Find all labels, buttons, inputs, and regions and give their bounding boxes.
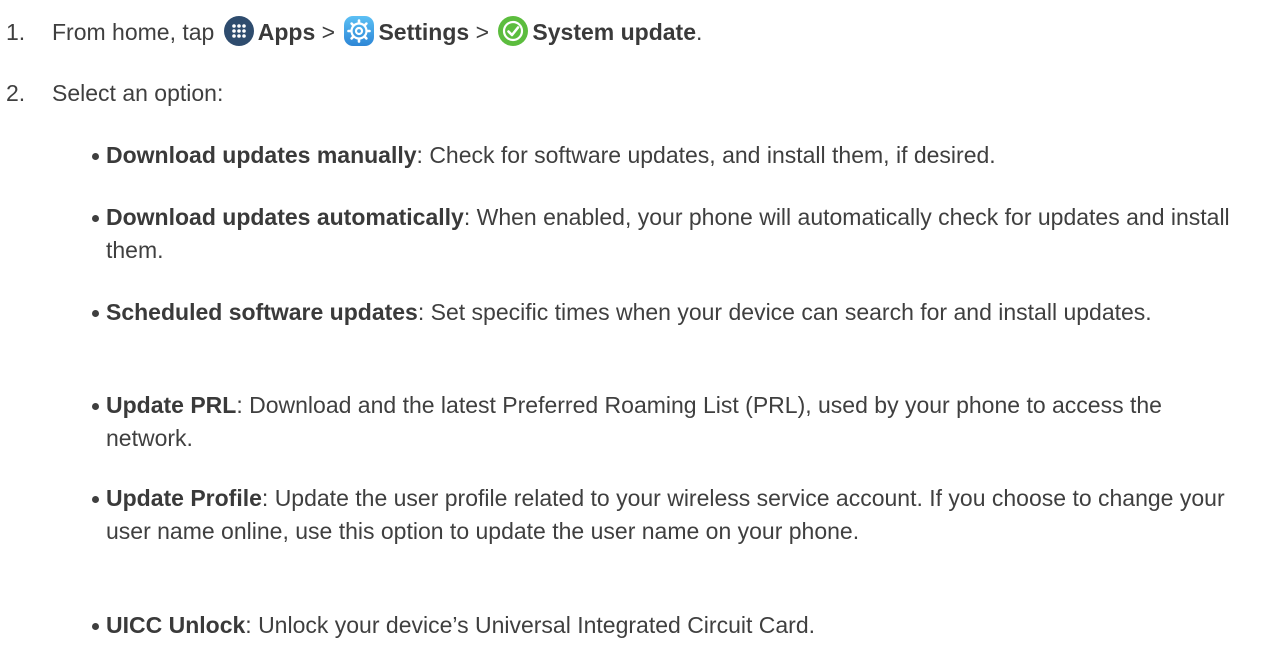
bullet-icon: [92, 215, 99, 222]
option-text: Download updates automatically: When ena…: [106, 201, 1242, 267]
apps-label: Apps: [257, 19, 316, 45]
bullet-icon: [92, 310, 99, 317]
option-description: : Check for software updates, and instal…: [416, 142, 996, 168]
bullet-icon: [92, 496, 99, 503]
option-term: Download updates manually: [106, 142, 417, 168]
list-item: UICC Unlock: Unlock your device’s Univer…: [92, 609, 1242, 642]
option-text: Download updates manually: Check for sof…: [106, 139, 1242, 172]
option-description: : Update the user profile related to you…: [106, 485, 1225, 544]
apps-grid-icon: [223, 15, 255, 47]
list-item: Download updates automatically: When ena…: [92, 201, 1242, 267]
system-update-label: System update: [532, 19, 697, 45]
bullet-icon: [92, 403, 99, 410]
option-term: Update Profile: [106, 485, 262, 511]
bullet-icon: [92, 623, 99, 630]
option-description: : Set specific times when your device ca…: [417, 299, 1152, 325]
step-1: 1. From home, tap Apps > Settings > Syst…: [6, 15, 702, 49]
option-text: Scheduled software updates: Set specific…: [106, 296, 1242, 329]
separator: >: [321, 19, 336, 45]
option-term: UICC Unlock: [106, 612, 246, 638]
settings-gear-icon: [343, 15, 375, 47]
sentence-end: .: [696, 19, 703, 45]
settings-label: Settings: [378, 19, 470, 45]
check-circle-icon: [497, 15, 529, 47]
separator: >: [475, 19, 490, 45]
list-item: Update PRL: Download and the latest Pref…: [92, 389, 1242, 455]
option-text: UICC Unlock: Unlock your device’s Univer…: [106, 609, 1242, 642]
option-term: Update PRL: [106, 392, 237, 418]
step-number: 2.: [6, 80, 26, 106]
step-2: 2. Select an option:: [6, 77, 223, 110]
option-text: Update PRL: Download and the latest Pref…: [106, 389, 1242, 455]
option-description: : Download and the latest Preferred Roam…: [106, 392, 1162, 451]
list-item: Download updates manually: Check for sof…: [92, 139, 1242, 172]
option-term: Scheduled software updates: [106, 299, 418, 325]
step-text: Select an option:: [52, 80, 224, 106]
option-term: Download updates automatically: [106, 204, 464, 230]
option-description: : Unlock your device’s Universal Integra…: [245, 612, 815, 638]
bullet-icon: [92, 153, 99, 160]
option-text: Update Profile: Update the user profile …: [106, 482, 1242, 548]
list-item: Update Profile: Update the user profile …: [92, 482, 1242, 548]
step-number: 1.: [6, 19, 26, 45]
list-item: Scheduled software updates: Set specific…: [92, 296, 1242, 329]
step-text: From home, tap: [52, 19, 215, 45]
